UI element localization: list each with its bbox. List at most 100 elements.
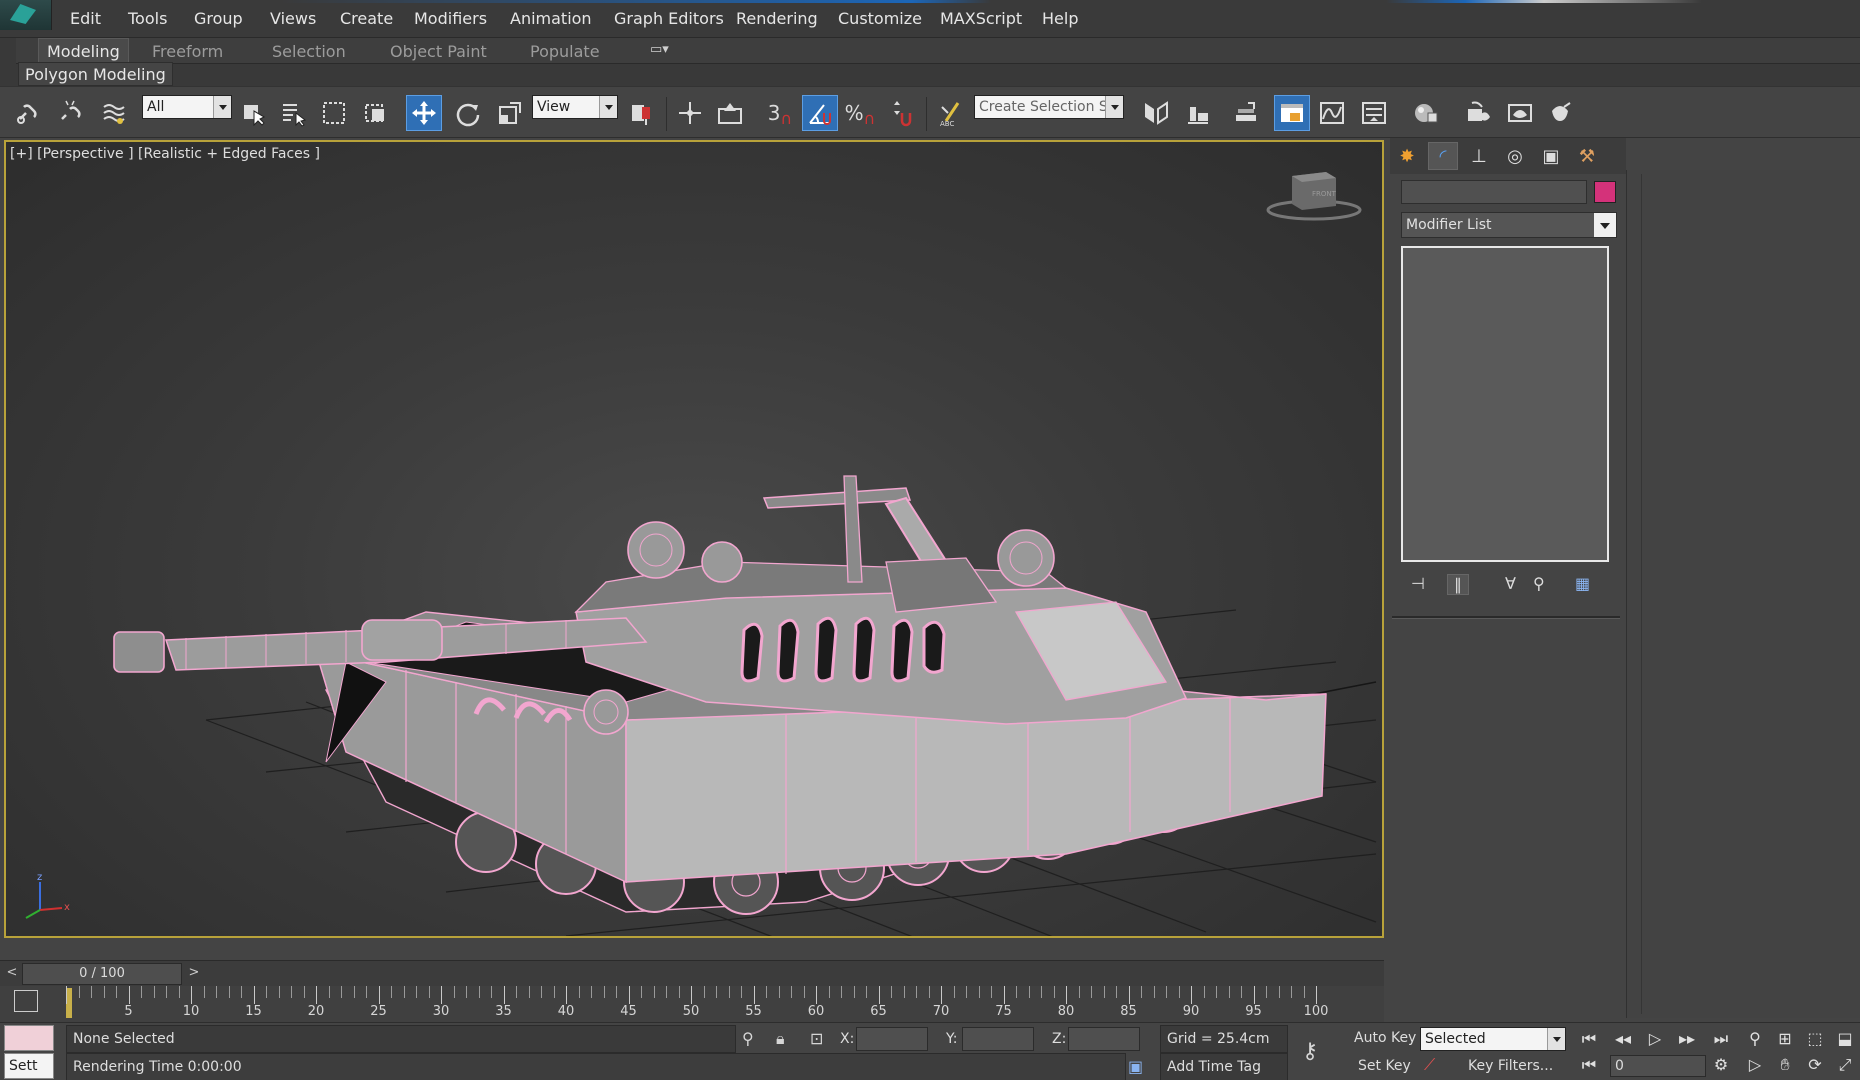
edit-named-selection-icon[interactable]: ABC xyxy=(934,95,970,131)
auto-key-button[interactable]: Auto Key xyxy=(1354,1025,1416,1051)
zoom-all-icon[interactable]: ⊞ xyxy=(1772,1027,1798,1051)
application-button[interactable] xyxy=(0,0,52,30)
menu-customize[interactable]: Customize xyxy=(838,9,922,28)
tab-selection[interactable]: Selection xyxy=(272,42,346,61)
y-coordinate-field[interactable] xyxy=(962,1027,1034,1051)
set-key-button[interactable]: Set Key xyxy=(1358,1053,1411,1079)
render-production-icon[interactable] xyxy=(1542,95,1578,131)
open-mini-curve-editor-icon[interactable] xyxy=(14,990,38,1012)
track-bar[interactable]: 5 10 15 20 25 30 35 40 45 50 55 60 65 70 75 80 85 90 95 100 xyxy=(0,986,1384,1022)
reference-coordinate-dropdown[interactable]: View xyxy=(532,95,618,119)
snaps-toggle-icon[interactable]: 3 ∩ xyxy=(762,95,798,131)
menu-group[interactable]: Group xyxy=(194,9,243,28)
create-tab-icon[interactable]: ✸ xyxy=(1392,142,1422,170)
align-icon[interactable] xyxy=(1180,95,1216,131)
key-mode-dropdown[interactable]: Selected xyxy=(1420,1027,1566,1051)
modifier-list-dropdown[interactable]: Modifier List xyxy=(1401,212,1617,238)
curve-editor-icon[interactable] xyxy=(1314,95,1350,131)
modify-tab-icon[interactable]: ◜ xyxy=(1428,142,1458,170)
tab-freeform[interactable]: Freeform xyxy=(152,42,223,61)
keyboard-shortcut-override-icon[interactable] xyxy=(712,95,748,131)
object-name-field[interactable] xyxy=(1401,180,1587,204)
rendered-frame-window-icon[interactable] xyxy=(1502,95,1538,131)
menu-maxscript[interactable]: MAXScript xyxy=(940,9,1022,28)
go-to-start-icon[interactable]: ⏮︎ xyxy=(1576,1027,1602,1051)
select-and-scale-icon[interactable] xyxy=(492,95,528,131)
select-and-rotate-icon[interactable] xyxy=(450,95,486,131)
time-slider-thumb[interactable]: 0 / 100 xyxy=(22,963,182,985)
z-coordinate-field[interactable] xyxy=(1068,1027,1140,1051)
menu-views[interactable]: Views xyxy=(270,9,316,28)
menu-graph-editors[interactable]: Graph Editors xyxy=(614,9,724,28)
timeline-ruler[interactable]: 5 10 15 20 25 30 35 40 45 50 55 60 65 70 75 80 85 90 95 100 xyxy=(66,986,1328,1022)
render-setup-icon[interactable] xyxy=(1460,95,1496,131)
isolate-selection-icon[interactable]: ⚲ xyxy=(742,1029,754,1048)
unlink-selection-icon[interactable] xyxy=(52,95,88,131)
maxscript-mini-listener[interactable]: Sett xyxy=(4,1053,54,1079)
previous-key-icon[interactable]: ◂◂ xyxy=(1610,1027,1636,1051)
material-editor-icon[interactable] xyxy=(1408,95,1444,131)
scene-explorer-icon[interactable] xyxy=(1228,95,1264,131)
tab-modeling[interactable]: Modeling xyxy=(38,38,129,65)
maxscript-listener-icon[interactable] xyxy=(4,1025,54,1051)
menu-edit[interactable]: Edit xyxy=(70,9,101,28)
absolute-mode-transform-icon[interactable]: ⊡ xyxy=(810,1029,823,1048)
show-end-result-icon[interactable]: ∥ xyxy=(1447,574,1469,595)
select-and-move-icon[interactable] xyxy=(406,95,442,131)
bind-to-space-warp-icon[interactable] xyxy=(96,95,132,131)
tank-model-scene[interactable] xyxy=(6,142,1382,936)
select-and-link-icon[interactable] xyxy=(10,95,46,131)
time-configuration-icon[interactable]: ⚙ xyxy=(1708,1053,1734,1077)
time-slider[interactable]: < 0 / 100 > xyxy=(0,960,1384,986)
zoom-icon[interactable]: ⚲ xyxy=(1742,1027,1768,1051)
play-icon[interactable]: ▷ xyxy=(1642,1027,1668,1051)
orbit-icon[interactable]: ⟳ xyxy=(1802,1053,1828,1077)
rectangular-selection-icon[interactable] xyxy=(316,95,352,131)
angle-snap-icon[interactable] xyxy=(802,95,838,131)
menu-rendering[interactable]: Rendering xyxy=(736,9,818,28)
schematic-view-icon[interactable] xyxy=(1356,95,1392,131)
default-tangent-icon[interactable]: ⟋ xyxy=(1424,1055,1435,1075)
next-key-icon[interactable]: ▸▸ xyxy=(1674,1027,1700,1051)
key-mode-toggle-icon[interactable]: ⏮︎ xyxy=(1576,1053,1602,1077)
maximize-viewport-icon[interactable]: ⤢ xyxy=(1832,1053,1858,1077)
pan-view-icon[interactable]: ✋︎ xyxy=(1772,1053,1798,1077)
hierarchy-tab-icon[interactable]: ⊥ xyxy=(1464,142,1494,170)
lock-selection-icon[interactable]: 🔒︎ xyxy=(776,1029,785,1049)
make-unique-icon[interactable]: ∀ xyxy=(1505,574,1516,593)
key-filters-button[interactable]: Key Filters... xyxy=(1468,1053,1553,1079)
menu-tools[interactable]: Tools xyxy=(128,9,167,28)
mirror-icon[interactable] xyxy=(1138,95,1174,131)
remove-modifier-icon[interactable]: ⚲ xyxy=(1533,574,1545,593)
utilities-tab-icon[interactable]: ⚒ xyxy=(1572,142,1602,170)
modifier-stack[interactable] xyxy=(1401,246,1609,562)
named-selection-dropdown[interactable]: Create Selection Se xyxy=(974,95,1124,119)
object-color-swatch[interactable] xyxy=(1594,181,1616,203)
time-tag-icon[interactable]: ▣ xyxy=(1128,1057,1143,1076)
field-of-view-icon[interactable]: ▷ xyxy=(1742,1053,1768,1077)
spinner-snap-icon[interactable] xyxy=(884,95,920,131)
motion-tab-icon[interactable]: ◎ xyxy=(1500,142,1530,170)
pin-stack-icon[interactable]: ⊣ xyxy=(1411,574,1425,593)
menu-create[interactable]: Create xyxy=(340,9,393,28)
menu-help[interactable]: Help xyxy=(1042,9,1078,28)
viewport-label[interactable]: [+] [Perspective ] [Realistic + Edged Fa… xyxy=(10,146,320,162)
menu-animation[interactable]: Animation xyxy=(510,9,592,28)
window-crossing-icon[interactable] xyxy=(358,95,394,131)
zoom-extents-icon[interactable]: ⬚ xyxy=(1802,1027,1828,1051)
go-to-end-icon[interactable]: ⏭︎ xyxy=(1708,1027,1734,1051)
tab-populate[interactable]: Populate xyxy=(530,42,600,61)
tab-object-paint[interactable]: Object Paint xyxy=(390,42,487,61)
perspective-viewport[interactable]: [+] [Perspective ] [Realistic + Edged Fa… xyxy=(4,140,1384,938)
layer-explorer-icon[interactable] xyxy=(1274,95,1310,131)
previous-frame-button[interactable]: < xyxy=(2,963,22,983)
viewcube-icon[interactable]: FRONT xyxy=(1266,162,1362,222)
percent-snap-icon[interactable]: % ∩ xyxy=(842,95,878,131)
set-key-icon[interactable]: ⚷ xyxy=(1302,1039,1318,1064)
selection-filter-dropdown[interactable]: All xyxy=(142,95,232,119)
pivot-center-icon[interactable] xyxy=(624,95,660,131)
display-tab-icon[interactable]: ▣ xyxy=(1536,142,1566,170)
configure-modifier-sets-icon[interactable]: ▦ xyxy=(1575,574,1590,593)
select-by-name-icon[interactable] xyxy=(276,95,312,131)
zoom-extents-all-icon[interactable]: ⬓ xyxy=(1832,1027,1858,1051)
